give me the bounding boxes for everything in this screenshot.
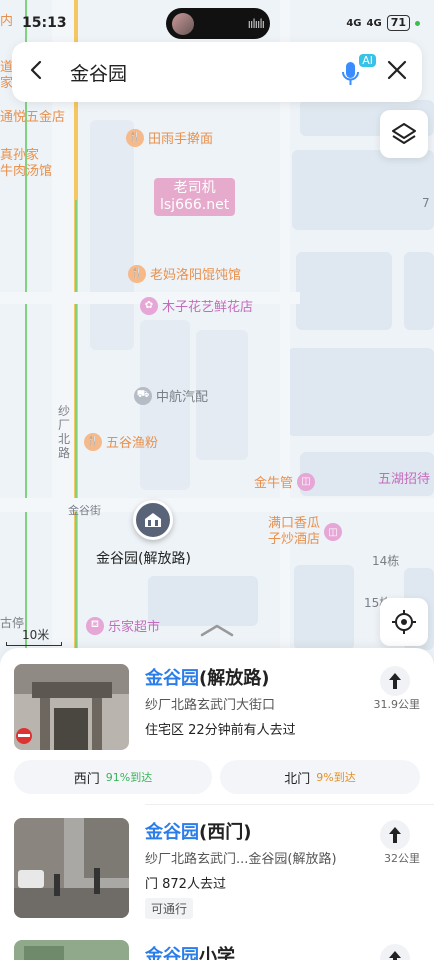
- result-title[interactable]: 金谷园(解放路): [145, 664, 269, 690]
- status-badge: 可通行: [145, 898, 194, 919]
- navigate-arrow-icon: [389, 673, 401, 689]
- restaurant-icon: 🍴: [128, 264, 146, 283]
- result-title[interactable]: 金谷园小学: [145, 942, 235, 960]
- search-bar[interactable]: 金谷园 AI: [12, 42, 422, 102]
- map-block: [292, 150, 434, 230]
- scale-bar: [6, 642, 62, 646]
- dynamic-island[interactable]: ıılıılı: [166, 8, 270, 39]
- result-address: 纱厂北路玄武门...金谷园(解放路): [145, 852, 337, 867]
- poi-manko[interactable]: 满口香瓜 子炒酒店 ◫: [268, 516, 343, 548]
- building-label: 14栋: [372, 554, 400, 568]
- poi-tianyu[interactable]: 🍴 田雨手擀面: [126, 128, 213, 147]
- result-photo[interactable]: [14, 940, 129, 960]
- road-label: 纱厂北路: [58, 404, 71, 460]
- result-distance: 31.9公里: [373, 698, 421, 711]
- poi-zhonghang[interactable]: ⛟ 中航汽配: [134, 386, 208, 405]
- location-pin-icon[interactable]: [133, 500, 173, 540]
- poi-wujin[interactable]: 通悦五金店: [0, 106, 65, 125]
- road-green: [75, 200, 77, 660]
- restaurant-icon: 🍴: [126, 128, 144, 147]
- flower-icon: ✿: [140, 296, 158, 315]
- navigate-button[interactable]: [380, 666, 410, 696]
- close-icon[interactable]: [386, 59, 408, 85]
- search-query[interactable]: 金谷园: [70, 59, 338, 86]
- result-photo[interactable]: [14, 664, 129, 750]
- layers-button[interactable]: [380, 110, 428, 158]
- poi-wuguyu[interactable]: 🍴 五谷渔粉: [84, 432, 158, 451]
- poi-lejia[interactable]: ⛾ 乐家超市: [86, 616, 160, 635]
- result-title[interactable]: 金谷园(西门): [145, 818, 251, 844]
- result-distance: 32公里: [384, 852, 420, 865]
- navigate-arrow-icon: [389, 951, 401, 960]
- status-icons: 4G 4G 71: [346, 15, 420, 31]
- gate-north-button[interactable]: 北门 9%到达: [220, 760, 420, 794]
- result-info: 住宅区 22分钟前有人去过: [145, 723, 296, 738]
- back-icon[interactable]: [26, 59, 48, 85]
- navigate-button[interactable]: [380, 944, 410, 960]
- crosshair-icon: [392, 610, 416, 634]
- navigate-button[interactable]: [380, 820, 410, 850]
- map-block: [296, 252, 392, 330]
- road: [0, 498, 434, 512]
- shop-icon: ◫: [297, 472, 316, 491]
- signal-icon: 4G: [346, 17, 362, 29]
- results-panel[interactable]: 金谷园(解放路) 纱厂北路玄武门大街口 住宅区 22分钟前有人去过 31.9公里…: [0, 648, 434, 960]
- gate-west-button[interactable]: 西门 91%到达: [14, 760, 212, 794]
- building-label: 7: [422, 196, 430, 210]
- result-photo[interactable]: [14, 818, 129, 918]
- poi-muzihua[interactable]: ✿ 木子花艺鲜花店: [140, 296, 253, 315]
- locate-button[interactable]: [380, 598, 428, 646]
- signal-icon: 4G: [366, 17, 382, 29]
- ai-voice-icon[interactable]: AI: [338, 54, 376, 88]
- map-block: [140, 320, 190, 490]
- poi-wuhu[interactable]: 五湖招待: [378, 468, 430, 487]
- result-item[interactable]: 金谷园(解放路) 纱厂北路玄武门大街口 住宅区 22分钟前有人去过 31.9公里…: [14, 664, 420, 814]
- shop-icon: ◫: [324, 523, 343, 541]
- map-block: [294, 565, 354, 650]
- ai-badge: AI: [359, 54, 376, 67]
- map-scale: 10米: [6, 626, 62, 646]
- poi-rou[interactable]: 牛肉汤馆: [0, 160, 52, 179]
- result-address: 纱厂北路玄武门大街口: [145, 698, 276, 713]
- battery-icon: 71: [386, 15, 410, 31]
- result-item[interactable]: 金谷园(西门) 纱厂北路玄武门...金谷园(解放路) 门 872人去过 可通行 …: [14, 818, 420, 923]
- result-info: 门 872人去过: [145, 877, 226, 892]
- road-label: 金谷街: [68, 504, 101, 517]
- navigate-arrow-icon: [389, 827, 401, 843]
- divider: [145, 804, 434, 805]
- restaurant-icon: 🍴: [84, 432, 102, 451]
- status-time: 15:13: [22, 15, 67, 31]
- layers-icon: [392, 123, 416, 144]
- poi-laoma[interactable]: 🍴 老妈洛阳馄饨馆: [128, 264, 241, 283]
- result-item[interactable]: 金谷园小学: [14, 940, 420, 960]
- cart-icon: ⛾: [86, 616, 104, 635]
- panel-handle-icon[interactable]: [200, 622, 234, 638]
- map-block: [288, 348, 434, 436]
- poi-jinniuguan[interactable]: 金牛管 ◫: [254, 472, 316, 491]
- avatar: [172, 12, 194, 35]
- pin-label: 金谷园(解放路): [96, 551, 191, 567]
- car-icon: ⛟: [134, 386, 152, 405]
- watermark: 老司机 lsj666.net: [154, 178, 236, 216]
- map-block: [148, 576, 258, 626]
- map-block: [404, 252, 434, 330]
- privacy-dot-icon: [415, 20, 420, 26]
- map-block: [90, 120, 134, 350]
- audio-wave-icon: ıılıılı: [247, 16, 265, 31]
